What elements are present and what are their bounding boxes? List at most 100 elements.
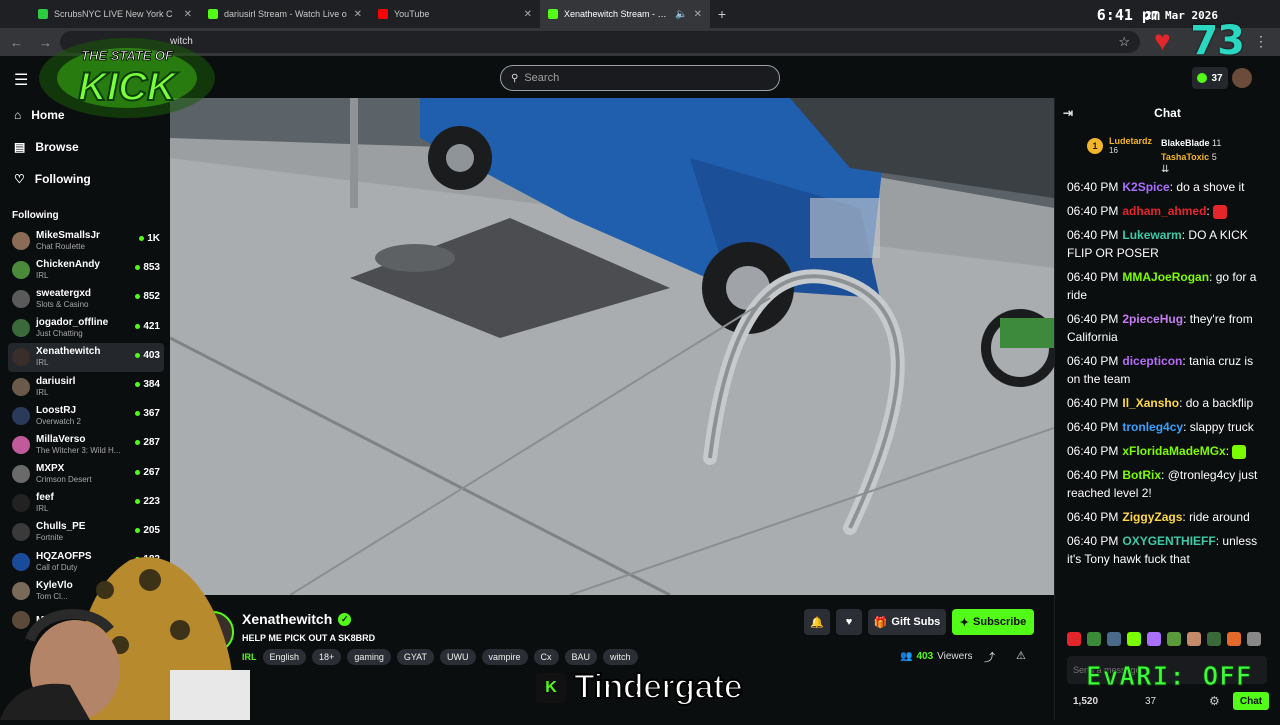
browser-tab-1[interactable]: ScrubsNYC LIVE New York C ✕ (30, 0, 200, 28)
stream-tag[interactable]: UWU (440, 649, 476, 665)
emote-icon[interactable] (1107, 632, 1121, 646)
emote-icon[interactable] (1147, 632, 1161, 646)
gift-icon: 🎁 (873, 616, 888, 629)
message-username[interactable]: BotRix (1122, 468, 1161, 482)
leaderboard-entry[interactable]: BlakeBlade 11 (1161, 136, 1221, 150)
notification-bell-button[interactable]: 🔔 (804, 609, 830, 635)
browser-tab-2[interactable]: dariusirl Stream - Watch Live o ✕ (200, 0, 370, 28)
search-input[interactable] (524, 72, 765, 84)
user-avatar[interactable] (1232, 68, 1252, 88)
evari-overlay: EvARI: OFF (1086, 662, 1253, 693)
streamer-name[interactable]: Xenathewitch (242, 611, 332, 627)
bookmark-star-icon[interactable]: ☆ (1118, 34, 1130, 50)
message-username[interactable]: tronleg4cy (1122, 420, 1183, 434)
message-username[interactable]: MMAJoeRogan (1122, 270, 1209, 284)
following-item[interactable]: jogador_offline Just Chatting 421 (8, 314, 164, 343)
stream-tag[interactable]: gaming (347, 649, 391, 665)
warning-icon[interactable]: ⚠ (1016, 649, 1026, 662)
share-icon[interactable]: ⤴ (984, 649, 995, 665)
video-player[interactable] (170, 98, 1054, 595)
following-item[interactable]: sweatergxd Slots & Casino 852 (8, 284, 164, 313)
message-username[interactable]: K2Spice (1122, 180, 1169, 194)
send-chat-button[interactable]: Chat (1233, 692, 1269, 710)
message-username[interactable]: adham_ahmed (1122, 204, 1206, 218)
browse-icon: ▤ (14, 140, 26, 154)
message-username[interactable]: OXYGENTHIEFF (1122, 534, 1215, 548)
chat-message: 06:40 PM tronleg4cy: slappy truck (1067, 418, 1268, 436)
close-icon[interactable]: ✕ (354, 9, 362, 20)
close-icon[interactable]: ✕ (524, 9, 532, 20)
stream-tag[interactable]: Cx (533, 649, 559, 665)
message-username[interactable]: 2pieceHug (1122, 312, 1183, 326)
channel-category: IRL (36, 358, 49, 368)
stream-tag[interactable]: 18+ (312, 649, 342, 665)
close-icon[interactable]: ✕ (694, 9, 702, 20)
audio-icon[interactable]: 🔈 (675, 9, 687, 20)
collapse-chat-icon[interactable]: ⇥ (1063, 106, 1073, 120)
tab-title: Xenathewitch Stream - Watc (564, 9, 670, 19)
channel-viewers: 223 (135, 496, 160, 507)
following-item[interactable]: MXPX Crimson Desert 267 (8, 460, 164, 489)
stream-tag[interactable]: BAU (564, 649, 598, 665)
viewer-count: 👥 403 Viewers (900, 651, 973, 662)
stream-tag[interactable]: GYAT (396, 649, 435, 665)
message-username[interactable]: dicepticon (1122, 354, 1182, 368)
following-item[interactable]: dariusirl IRL 384 (8, 372, 164, 401)
back-icon[interactable]: ← (10, 35, 23, 50)
gift-subs-button[interactable]: 🎁 Gift Subs (868, 609, 946, 635)
gear-icon[interactable]: ⚙ (1209, 694, 1220, 708)
sidebar-link-following[interactable]: ♡ Following (14, 172, 91, 186)
heart-icon: ♥ (845, 616, 853, 628)
stream-tag[interactable]: witch (603, 649, 638, 665)
chat-points[interactable]: 1,520 (1073, 696, 1098, 707)
browser-tab-4[interactable]: Xenathewitch Stream - Watc 🔈 ✕ (540, 0, 710, 28)
subscribe-button[interactable]: ✦ Subscribe (952, 609, 1034, 635)
channel-avatar (12, 406, 30, 425)
emote-icon[interactable] (1227, 632, 1241, 646)
following-item[interactable]: Xenathewitch IRL 403 (8, 342, 164, 372)
message-username[interactable]: Il_Xansho (1122, 396, 1179, 410)
emote-icon[interactable] (1067, 632, 1081, 646)
emote-icon[interactable] (1247, 632, 1261, 646)
following-item[interactable]: feef IRL 223 (8, 489, 164, 518)
following-item[interactable]: LoostRJ Overwatch 2 367 (8, 401, 164, 430)
new-tab-button[interactable]: + (710, 6, 734, 22)
live-dot-icon (135, 498, 141, 504)
search-bar[interactable]: ⚲ (500, 65, 780, 91)
follow-heart-button[interactable]: ♥ (836, 609, 862, 635)
channel-avatar (12, 231, 30, 250)
browser-tab-3[interactable]: YouTube ✕ (370, 0, 540, 28)
message-username[interactable]: xFloridaMadeMGx (1122, 444, 1225, 458)
emote-icon[interactable] (1127, 632, 1141, 646)
viewer-count: 403 (143, 349, 160, 361)
chat-message: 06:40 PM 2pieceHug: they're from Californ… (1067, 310, 1268, 346)
leaderboard-entry[interactable]: TashaToxic 5 (1161, 150, 1221, 164)
chat-message: 06:40 PM adham_ahmed: (1067, 202, 1268, 220)
sidebar-link-browse[interactable]: ▤ Browse (14, 140, 79, 154)
channel-viewers: 853 (135, 262, 160, 273)
message-username[interactable]: ZiggyZags (1122, 510, 1182, 524)
following-item[interactable]: Chulls_PE Fortnite 205 (8, 518, 164, 547)
emote-icon[interactable] (1087, 632, 1101, 646)
leaderboard-top[interactable]: 1 Ludetardz 16 (1087, 136, 1152, 155)
emote-icon[interactable] (1167, 632, 1181, 646)
following-item[interactable]: MikeSmallsJr Chat Roulette 1K (8, 226, 164, 255)
following-item[interactable]: MillaVerso The Witcher 3: Wild H... 287 (8, 430, 164, 459)
logo-line2: KICK (78, 65, 179, 109)
emote-icon[interactable] (1187, 632, 1201, 646)
channel-avatar (12, 348, 30, 367)
url-field[interactable]: witch (60, 31, 1140, 53)
viewer-count: 367 (143, 408, 160, 420)
following-item[interactable]: ChickenAndy IRL 853 (8, 255, 164, 284)
stream-tag[interactable]: vampire (481, 649, 528, 665)
browser-menu-icon[interactable]: ⋮ (1254, 33, 1268, 50)
streamer-name-row: Xenathewitch ✓ (242, 611, 352, 627)
emote-icon[interactable] (1207, 632, 1221, 646)
message-username[interactable]: Lukewarm (1122, 228, 1181, 242)
stream-tag[interactable]: English (262, 649, 307, 665)
leaderboard-name: BlakeBlade (1161, 138, 1210, 148)
hamburger-menu-icon[interactable]: ☰ (14, 70, 28, 90)
close-icon[interactable]: ✕ (184, 9, 192, 20)
kick-points-badge[interactable]: 37 (1192, 67, 1228, 89)
pin-icon[interactable]: ⇊ (1161, 164, 1169, 175)
